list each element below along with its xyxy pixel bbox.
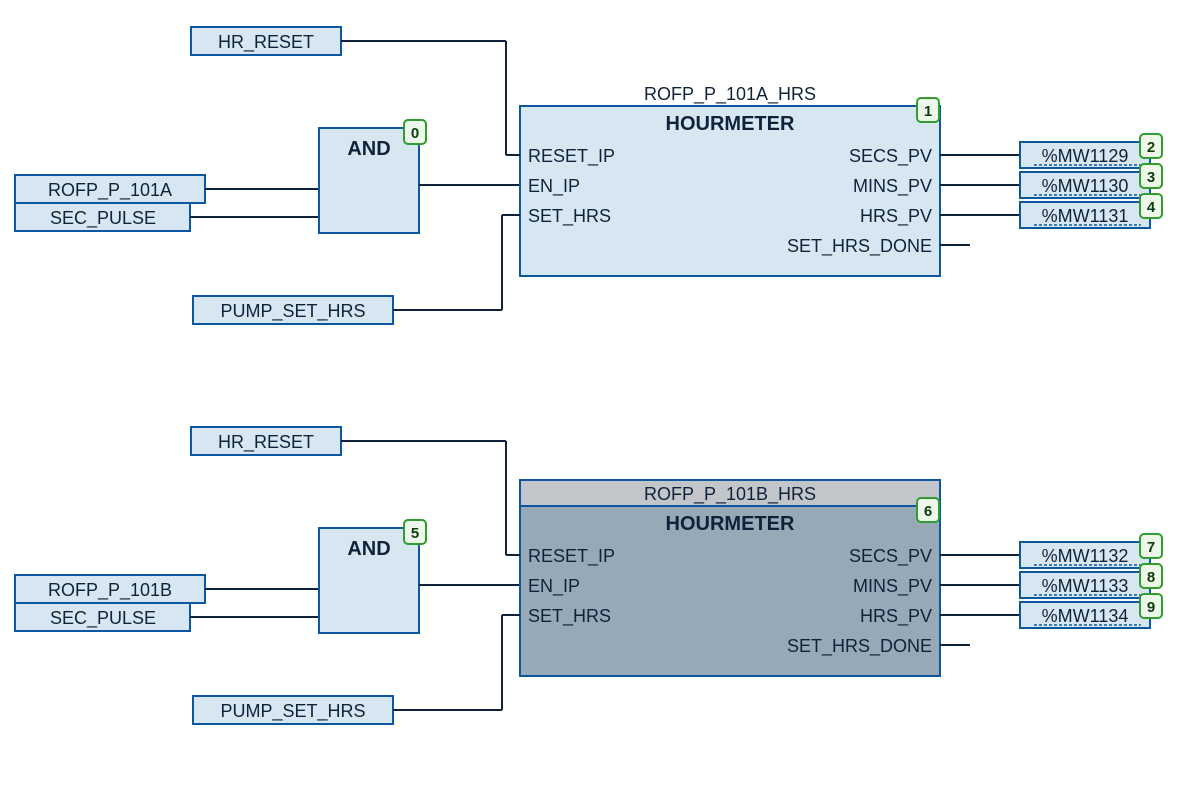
and-block-1[interactable]: AND 0	[319, 120, 426, 233]
output-mw1130[interactable]: %MW1130 3	[1020, 164, 1162, 198]
svg-text:RESET_IP: RESET_IP	[528, 146, 615, 167]
hr-reset-tag-2[interactable]: HR_RESET	[191, 427, 341, 455]
svg-text:3: 3	[1147, 169, 1155, 186]
svg-text:SECS_PV: SECS_PV	[849, 546, 932, 567]
svg-text:SECS_PV: SECS_PV	[849, 146, 932, 167]
and-block-2[interactable]: AND 5	[319, 520, 426, 633]
input-sec-pulse-2[interactable]: SEC_PULSE	[15, 603, 190, 631]
input-sec-pulse-1[interactable]: SEC_PULSE	[15, 203, 190, 231]
svg-text:8: 8	[1147, 569, 1155, 586]
svg-text:%MW1134: %MW1134	[1042, 606, 1129, 626]
input-rofp-p-101a[interactable]: ROFP_P_101A	[15, 175, 205, 203]
svg-text:EN_IP: EN_IP	[528, 176, 580, 197]
hr-reset-label: HR_RESET	[218, 32, 314, 53]
input-rofp-p-101b[interactable]: ROFP_P_101B	[15, 575, 205, 603]
svg-text:5: 5	[411, 525, 419, 542]
svg-text:7: 7	[1147, 539, 1155, 556]
svg-text:ROFP_P_101A: ROFP_P_101A	[48, 180, 172, 201]
svg-text:AND: AND	[347, 138, 390, 160]
svg-text:SEC_PULSE: SEC_PULSE	[50, 608, 156, 629]
svg-text:HRS_PV: HRS_PV	[860, 206, 932, 227]
hourmeter-block-1[interactable]: ROFP_P_101A_HRS HOURMETER 1 RESET_IP EN_…	[520, 84, 940, 276]
svg-text:SET_HRS_DONE: SET_HRS_DONE	[787, 636, 932, 657]
svg-text:SET_HRS: SET_HRS	[528, 206, 611, 227]
pump-set-hrs-tag-1[interactable]: PUMP_SET_HRS	[193, 296, 393, 324]
svg-text:%MW1130: %MW1130	[1042, 176, 1129, 196]
svg-text:PUMP_SET_HRS: PUMP_SET_HRS	[220, 701, 365, 722]
svg-text:2: 2	[1147, 139, 1155, 156]
svg-text:%MW1131: %MW1131	[1042, 206, 1129, 226]
svg-text:MINS_PV: MINS_PV	[853, 576, 932, 597]
hourmeter-block-2[interactable]: ROFP_P_101B_HRS HOURMETER 6 RESET_IP EN_…	[520, 480, 940, 676]
output-mw1131[interactable]: %MW1131 4	[1020, 194, 1162, 228]
block-instance-label: ROFP_P_101A_HRS	[644, 84, 816, 105]
svg-text:1: 1	[924, 103, 932, 120]
svg-text:PUMP_SET_HRS: PUMP_SET_HRS	[220, 301, 365, 322]
svg-text:%MW1133: %MW1133	[1042, 576, 1129, 596]
svg-text:AND: AND	[347, 538, 390, 560]
svg-text:SET_HRS_DONE: SET_HRS_DONE	[787, 236, 932, 257]
svg-text:9: 9	[1147, 599, 1155, 616]
output-mw1134[interactable]: %MW1134 9	[1020, 594, 1162, 628]
fbd-diagram: HR_RESET ROFP_P_101A SEC_PULSE AND 0 ROF…	[0, 0, 1202, 796]
output-mw1132[interactable]: %MW1132 7	[1020, 534, 1162, 568]
svg-text:6: 6	[924, 503, 932, 520]
block-type-label: HOURMETER	[666, 113, 795, 135]
block-type-label: HOURMETER	[666, 513, 795, 535]
pump-set-hrs-tag-2[interactable]: PUMP_SET_HRS	[193, 696, 393, 724]
svg-text:EN_IP: EN_IP	[528, 576, 580, 597]
hr-reset-tag-1[interactable]: HR_RESET	[191, 27, 341, 55]
output-mw1129[interactable]: %MW1129 2	[1020, 134, 1162, 168]
svg-text:SET_HRS: SET_HRS	[528, 606, 611, 627]
svg-text:MINS_PV: MINS_PV	[853, 176, 932, 197]
svg-text:%MW1129: %MW1129	[1042, 146, 1129, 166]
svg-text:HR_RESET: HR_RESET	[218, 432, 314, 453]
output-mw1133[interactable]: %MW1133 8	[1020, 564, 1162, 598]
block-instance-label: ROFP_P_101B_HRS	[644, 484, 816, 505]
svg-text:SEC_PULSE: SEC_PULSE	[50, 208, 156, 229]
svg-text:HRS_PV: HRS_PV	[860, 606, 932, 627]
svg-text:RESET_IP: RESET_IP	[528, 546, 615, 567]
svg-text:4: 4	[1147, 199, 1156, 216]
svg-text:ROFP_P_101B: ROFP_P_101B	[48, 580, 172, 601]
svg-text:0: 0	[411, 125, 419, 142]
svg-text:%MW1132: %MW1132	[1042, 546, 1129, 566]
